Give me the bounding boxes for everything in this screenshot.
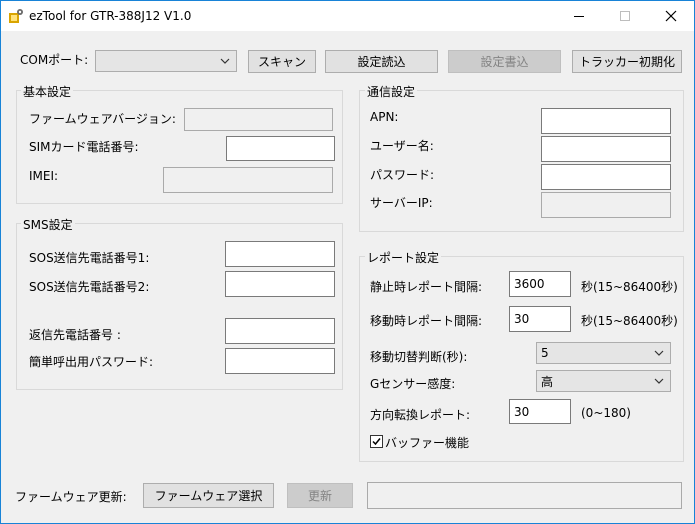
app-icon (8, 8, 24, 24)
move-switch-label: 移動切替判断(秒): (370, 350, 468, 364)
close-button[interactable] (648, 1, 694, 31)
password-field[interactable] (541, 164, 671, 190)
firmware-version-label: ファームウェアバージョン: (29, 112, 176, 126)
buffer-label[interactable]: バッファー機能 (385, 434, 469, 451)
username-field[interactable] (541, 136, 671, 162)
write-settings-button[interactable]: 設定書込 (448, 50, 561, 73)
minimize-button[interactable] (556, 1, 602, 31)
move-switch-value: 5 (541, 346, 549, 360)
tracker-init-button[interactable]: トラッカー初期化 (572, 50, 682, 73)
reply-number-label: 返信先電話番号 : (29, 328, 121, 342)
sim-number-label: SIMカード電話番号: (29, 140, 139, 154)
sim-number-field[interactable] (226, 136, 335, 161)
buffer-checkbox[interactable] (370, 435, 383, 448)
server-ip-field (541, 192, 671, 218)
title-bar: ezTool for GTR-388J12 V1.0 (1, 1, 694, 31)
static-interval-field[interactable]: 3600 (509, 271, 571, 297)
server-ip-label: サーバーIP: (370, 196, 433, 210)
gsensor-select[interactable]: 高 (536, 370, 671, 392)
reply-number-field[interactable] (225, 318, 335, 344)
firmware-select-button[interactable]: ファームウェア選択 (143, 483, 274, 508)
apn-label: APN: (370, 110, 399, 124)
sos1-field[interactable] (225, 241, 335, 267)
update-button[interactable]: 更新 (287, 483, 353, 508)
window-title: ezTool for GTR-388J12 V1.0 (29, 9, 192, 23)
move-switch-select[interactable]: 5 (536, 342, 671, 364)
call-password-field[interactable] (225, 348, 335, 374)
sos2-field[interactable] (225, 271, 335, 297)
imei-label: IMEI: (29, 169, 59, 183)
comm-settings-title: 通信設定 (365, 83, 418, 100)
moving-interval-unit: 秒(15~86400秒) (581, 314, 678, 328)
sos1-label: SOS送信先電話番号1: (29, 251, 150, 265)
direction-report-label: 方向転換レポート: (370, 408, 471, 422)
read-settings-button[interactable]: 設定読込 (325, 50, 438, 73)
static-interval-label: 静止時レポート間隔: (370, 280, 483, 294)
scan-button[interactable]: スキャン (248, 50, 316, 73)
maximize-button[interactable] (602, 1, 648, 31)
sms-settings-title: SMS設定 (21, 216, 75, 233)
checkmark-icon (372, 438, 381, 446)
report-settings-title: レポート設定 (365, 249, 442, 266)
firmware-update-label: ファームウェア更新: (15, 490, 127, 504)
close-icon (665, 10, 677, 22)
password-label: パスワード: (370, 168, 435, 182)
com-port-select[interactable] (95, 50, 237, 72)
minimize-icon (574, 16, 584, 17)
sos2-label: SOS送信先電話番号2: (29, 280, 150, 294)
imei-field (163, 167, 333, 193)
direction-report-unit: (0~180) (581, 406, 631, 420)
apn-field[interactable] (541, 108, 671, 134)
firmware-version-field (184, 108, 333, 131)
moving-interval-field[interactable]: 30 (509, 306, 571, 332)
com-port-label: COMポート: (20, 53, 89, 67)
basic-settings-title: 基本設定 (21, 83, 74, 100)
call-password-label: 簡単呼出用パスワード: (29, 355, 154, 369)
firmware-status-field (367, 482, 682, 509)
gsensor-label: Gセンサー感度: (370, 377, 456, 391)
moving-interval-label: 移動時レポート間隔: (370, 314, 483, 328)
maximize-icon (620, 11, 630, 21)
chevron-down-icon (654, 350, 664, 356)
chevron-down-icon (654, 378, 664, 384)
gsensor-value: 高 (541, 374, 554, 389)
static-interval-unit: 秒(15~86400秒) (581, 280, 678, 294)
app-window: ezTool for GTR-388J12 V1.0 COMポート: スキャン … (0, 0, 695, 524)
username-label: ユーザー名: (370, 139, 434, 153)
direction-report-field[interactable]: 30 (509, 399, 571, 424)
chevron-down-icon (220, 58, 230, 64)
